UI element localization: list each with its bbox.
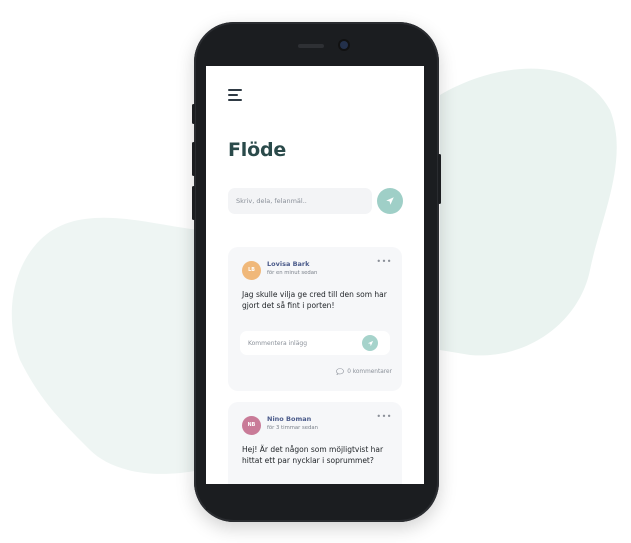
- phone-button: [192, 186, 195, 220]
- post-card: NB Nino Boman för 3 timmar sedan ••• Hej…: [228, 402, 402, 484]
- phone-button: [192, 142, 195, 176]
- comment-bubble-icon: [336, 368, 345, 375]
- post-time: för en minut sedan: [267, 270, 318, 276]
- comments-count: 0 kommentarer: [347, 368, 392, 375]
- post-time: för 3 timmar sedan: [267, 425, 318, 431]
- speaker-grille: [298, 44, 324, 48]
- app-screen: Flöde LB Lovisa Bark för en minut sedan …: [206, 66, 424, 484]
- compose-input[interactable]: [228, 188, 372, 214]
- avatar: NB: [242, 416, 261, 435]
- post-card: LB Lovisa Bark för en minut sedan ••• Ja…: [228, 247, 402, 391]
- send-icon: [367, 340, 373, 346]
- post-text: Hej! Är det någon som möjligtvist har hi…: [242, 445, 384, 465]
- phone-button: [192, 104, 195, 124]
- comments-link[interactable]: 0 kommentarer: [336, 368, 392, 375]
- page-title: Flöde: [228, 139, 287, 161]
- more-options-icon[interactable]: •••: [376, 412, 392, 421]
- phone-frame: Flöde LB Lovisa Bark för en minut sedan …: [192, 22, 441, 522]
- more-options-icon[interactable]: •••: [376, 257, 392, 266]
- phone-button: [438, 154, 441, 204]
- post-text: Jag skulle vilja ge cred till den som ha…: [242, 290, 387, 310]
- post-author[interactable]: Nino Boman: [267, 415, 311, 423]
- comment-send-button[interactable]: [362, 335, 378, 351]
- send-icon: [386, 197, 394, 205]
- camera-icon: [340, 41, 348, 49]
- send-button[interactable]: [377, 188, 403, 214]
- post-author[interactable]: Lovisa Bark: [267, 260, 309, 268]
- hamburger-menu-icon[interactable]: [228, 89, 244, 103]
- phone-bottom-bezel: [206, 484, 424, 510]
- avatar: LB: [242, 261, 261, 280]
